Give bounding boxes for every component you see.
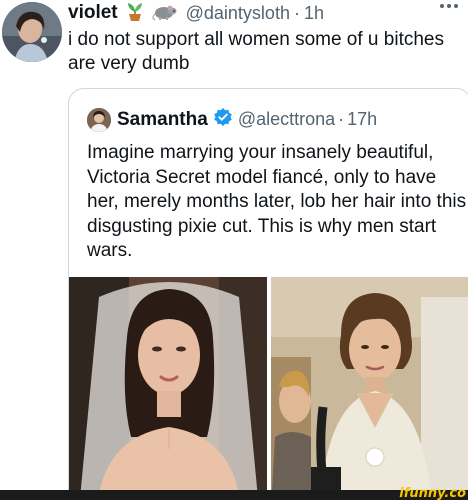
more-options-icon[interactable] [440,4,458,8]
display-name[interactable]: violet [68,2,118,24]
tweet: violet @daintysloth · 1h i do not suppor… [0,0,468,500]
photo-bride[interactable] [69,277,267,500]
quoted-tweet[interactable]: Samantha @alecttrona · 17h Imagine marry… [68,88,468,500]
user-avatar[interactable] [2,2,62,62]
ifunny-watermark: ifunny.co [399,486,466,500]
quoted-display-name[interactable]: Samantha [117,109,208,131]
quoted-user-avatar[interactable] [87,107,111,132]
rat-icon [152,0,178,27]
tweet-text: i do not support all women some of u bit… [68,29,444,74]
quoted-user-handle[interactable]: @alecttrona [238,109,335,130]
photo-pixie-cut[interactable] [271,277,468,500]
quoted-timestamp[interactable]: 17h [347,109,377,130]
watermark-bar [0,490,468,500]
timestamp[interactable]: 1h [304,3,324,24]
quoted-tweet-text: Imagine marrying your insanely beautiful… [87,142,467,261]
quoted-separator-dot: · [338,109,345,129]
verified-badge-icon [213,107,233,132]
user-handle[interactable]: @daintysloth [186,3,290,24]
plant-icon [124,0,146,27]
quoted-tweet-header: Samantha @alecttrona · 17h [87,107,377,132]
separator-dot: · [293,2,300,23]
tweet-header: violet @daintysloth · 1h [68,0,324,26]
